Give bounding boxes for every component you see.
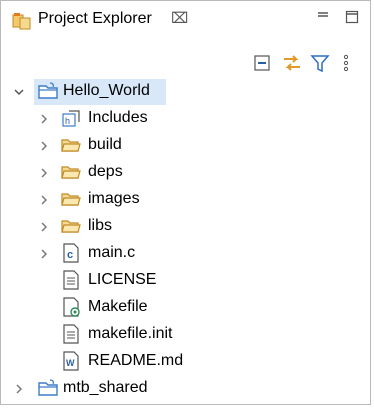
chevron-right-icon[interactable] [38,194,50,206]
tree-item-images[interactable]: images [1,185,370,215]
chevron-right-icon[interactable] [38,221,50,233]
panel-title: Project Explorer [38,10,152,27]
filter-icon[interactable] [309,52,331,74]
markdown-file-icon: W [63,351,79,371]
folder-icon [61,220,81,233]
chevron-right-icon[interactable] [38,113,50,125]
tree-item-label: LICENSE [88,271,157,288]
minimize-icon[interactable] [315,9,331,25]
project-explorer-icon [12,13,31,30]
c-file-icon: c [63,243,79,263]
chevron-down-icon[interactable] [13,86,25,98]
text-file-icon [63,270,79,290]
tree-item-libs[interactable]: libs [1,212,370,242]
tree-item-label: Makefile [88,298,148,315]
tree-item-label: deps [88,163,123,180]
chevron-right-icon[interactable] [38,140,50,152]
folder-icon [61,139,81,152]
tree-item-deps[interactable]: deps [1,158,370,188]
tree-item-label: libs [88,217,113,234]
tree-item-label: build [88,136,122,153]
view-menu-icon[interactable] [341,52,351,74]
tree-item-mtb-shared[interactable]: mtb_shared [1,374,370,404]
tree-item-hello-world[interactable]: Hello_World [1,77,370,107]
tree-item-label: images [88,190,140,207]
tree-item-label: main.c [88,244,136,261]
tree-item-label: README.md [88,352,184,369]
link-with-editor-icon[interactable] [280,52,304,74]
makefile-icon [63,297,80,317]
project-explorer-panel: Project Explorer ⌧ Hello_World h Include… [0,0,371,405]
text-file-icon [63,324,79,344]
chevron-right-icon[interactable] [38,167,50,179]
tree-item-main-c[interactable]: c main.c [1,239,370,269]
tree-item-readme[interactable]: W README.md [1,347,370,377]
tree-item-makefile[interactable]: Makefile [1,293,370,323]
folder-icon [61,166,81,179]
maximize-icon[interactable] [344,9,360,25]
tree-item-label: Hello_World [63,82,150,99]
includes-icon: h [62,110,80,127]
svg-text:h: h [65,116,70,126]
chevron-right-icon[interactable] [38,248,50,260]
svg-text:c: c [67,249,73,261]
tree-item-license[interactable]: LICENSE [1,266,370,296]
tree-item-makefile-init[interactable]: makefile.init [1,320,370,350]
collapse-all-icon[interactable] [252,52,272,74]
panel-header: Project Explorer ⌧ [1,1,370,37]
tree-item-label: mtb_shared [63,379,148,396]
project-folder-icon [38,82,58,99]
tree-item-label: Includes [88,109,148,126]
close-icon[interactable]: ⌧ [171,9,188,27]
svg-text:W: W [66,358,75,368]
tree-item-label: makefile.init [88,325,173,342]
project-folder-icon [38,379,58,396]
tree-item-includes[interactable]: h Includes [1,104,370,134]
chevron-right-icon[interactable] [13,383,25,395]
folder-icon [61,193,81,206]
tree-item-build[interactable]: build [1,131,370,161]
